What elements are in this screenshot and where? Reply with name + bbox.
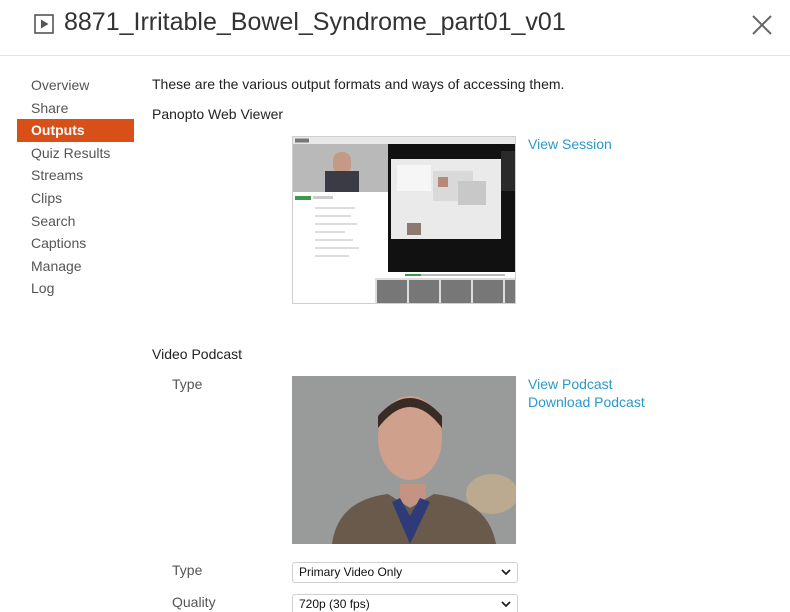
sidebar-item-manage[interactable]: Manage (17, 255, 134, 278)
chevron-down-icon (501, 569, 511, 576)
download-podcast-link[interactable]: Download Podcast (528, 394, 645, 410)
sidebar-item-overview[interactable]: Overview (17, 74, 134, 97)
dialog-header: 8871_Irritable_Bowel_Syndrome_part01_v01 (0, 0, 790, 56)
outputs-intro-text: These are the various output formats and… (152, 76, 565, 92)
view-session-link[interactable]: View Session (528, 136, 612, 152)
podcast-thumbnail[interactable] (292, 376, 516, 544)
quality-select[interactable]: 720p (30 fps) (292, 594, 518, 612)
quality-select-value: 720p (30 fps) (299, 597, 370, 611)
chevron-down-icon (501, 601, 511, 608)
close-icon[interactable] (749, 12, 775, 38)
play-box-icon (34, 14, 54, 34)
type-select[interactable]: Primary Video Only (292, 562, 518, 583)
sidebar-item-log[interactable]: Log (17, 277, 134, 300)
web-viewer-thumbnail[interactable] (292, 136, 516, 304)
sidebar-item-search[interactable]: Search (17, 210, 134, 233)
sidebar-nav: Overview Share Outputs Quiz Results Stre… (17, 74, 134, 300)
presenter-image (292, 376, 516, 544)
web-viewer-title: Panopto Web Viewer (152, 106, 284, 122)
view-podcast-link[interactable]: View Podcast (528, 376, 613, 392)
web-viewer-screenshot (293, 137, 515, 303)
sidebar-item-quiz-results[interactable]: Quiz Results (17, 142, 134, 165)
sidebar-item-streams[interactable]: Streams (17, 164, 134, 187)
type-select-value: Primary Video Only (299, 565, 403, 579)
podcast-type-label: Type (172, 376, 203, 392)
sidebar-item-captions[interactable]: Captions (17, 232, 134, 255)
video-podcast-title: Video Podcast (152, 346, 243, 362)
sidebar-item-share[interactable]: Share (17, 97, 134, 120)
sidebar-item-outputs[interactable]: Outputs (17, 119, 134, 142)
quality-select-label: Quality (172, 594, 216, 610)
sidebar-item-clips[interactable]: Clips (17, 187, 134, 210)
type-select-label: Type (172, 562, 203, 578)
page-title: 8871_Irritable_Bowel_Syndrome_part01_v01 (64, 8, 566, 36)
